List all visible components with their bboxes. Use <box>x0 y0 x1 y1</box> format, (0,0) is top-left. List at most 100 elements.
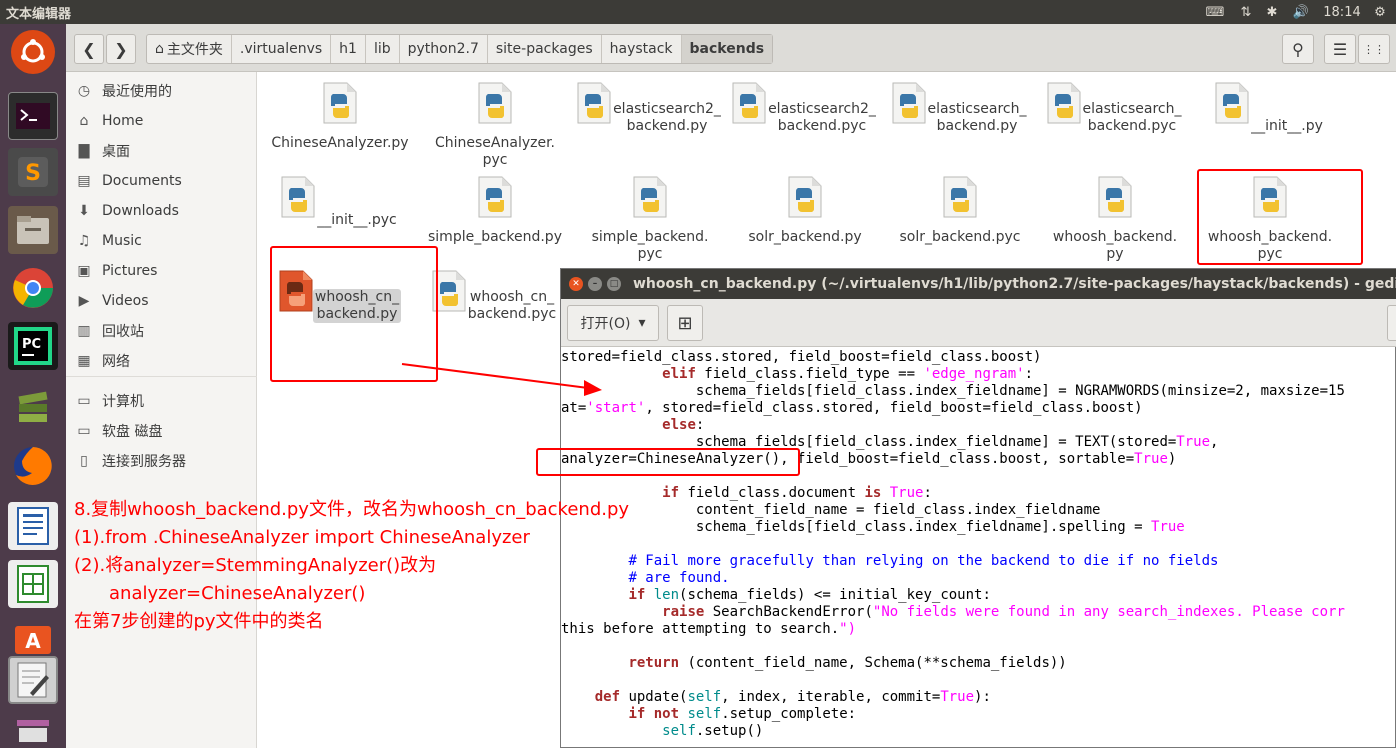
file-manager-icon[interactable] <box>8 206 58 254</box>
clock[interactable]: 18:14 <box>1320 0 1364 24</box>
sidebar-item-videos[interactable]: ▶ Videos <box>66 287 257 315</box>
software-center-icon[interactable]: A <box>8 614 58 662</box>
breadcrumb-item[interactable]: python2.7 <box>400 35 488 63</box>
file-item[interactable]: whoosh_backend. py <box>1040 176 1190 263</box>
network-icon[interactable]: ⇅ <box>1236 0 1256 24</box>
chrome-icon[interactable] <box>8 264 58 312</box>
view-options-icon[interactable]: ⋮⋮ <box>1358 34 1390 64</box>
sidebar-item-floppy[interactable]: ▭ 软盘 磁盘 <box>66 417 257 445</box>
terminal-icon[interactable] <box>8 92 58 140</box>
file-name-part: whoosh_backend. <box>1052 229 1178 245</box>
libreoffice-calc-icon[interactable] <box>8 560 58 608</box>
sidebar-item-desktop[interactable]: ▇ 桌面 <box>66 137 257 165</box>
file-item[interactable]: elasticsearch2_ backend.pyc <box>730 82 880 135</box>
text-editor-icon[interactable] <box>8 656 58 704</box>
breadcrumb-item[interactable]: .virtualenvs <box>232 35 332 63</box>
breadcrumb-home[interactable]: ⌂ 主文件夹 <box>147 35 232 63</box>
svg-text:S: S <box>25 161 41 186</box>
home-icon: ⌂ <box>155 41 164 57</box>
maximize-icon[interactable]: □ <box>607 277 621 291</box>
python-file-icon <box>323 82 357 124</box>
annotation-line: 8.复制whoosh_backend.py文件，改名为whoosh_cn_bac… <box>74 499 630 520</box>
file-item[interactable]: simple_backend.py <box>420 176 570 246</box>
code-editor[interactable]: stored=field_class.stored, field_boost=f… <box>561 347 1396 748</box>
file-name: solr_backend.py <box>746 229 863 246</box>
list-view-icon[interactable]: ☰ <box>1324 34 1356 64</box>
file-item[interactable]: whoosh_cn_ backend.pyc <box>420 270 570 323</box>
drive-icon: ▭ <box>77 393 91 409</box>
pycharm-icon[interactable]: PC <box>8 322 58 370</box>
gedit-titlebar: ✕ – □ whoosh_cn_backend.py (~/.virtualen… <box>561 269 1396 299</box>
sidebar-item-home[interactable]: ⌂ Home <box>66 107 257 135</box>
file-name-part: pyc <box>482 152 508 168</box>
file-name-part: __init__.pyc <box>317 212 397 228</box>
python-file-icon <box>732 82 766 124</box>
breadcrumb-item[interactable]: h1 <box>331 35 366 63</box>
settings-icon[interactable]: ⚙ <box>1370 0 1390 24</box>
sidebar-item-connect-server[interactable]: ▯ 连接到服务器 <box>66 447 257 475</box>
sidebar-item-recent[interactable]: ◷ 最近使用的 <box>66 77 257 105</box>
python-file-icon <box>478 176 512 218</box>
firefox-icon[interactable] <box>8 442 58 490</box>
python-file-icon <box>281 176 315 218</box>
annotation-line: 在第7步创建的py文件中的类名 <box>74 611 324 632</box>
file-item[interactable]: ChineseAnalyzer.py <box>265 82 415 152</box>
file-item[interactable]: ChineseAnalyzer. pyc <box>420 82 570 169</box>
server-icon: ▯ <box>80 453 88 469</box>
minimize-icon[interactable]: – <box>588 277 602 291</box>
python-file-icon <box>1047 82 1081 124</box>
code-line: content_field_name = field_class.index_f… <box>561 502 1101 518</box>
breadcrumb-item[interactable]: site-packages <box>488 35 602 63</box>
close-icon[interactable]: ✕ <box>569 277 583 291</box>
forward-button[interactable]: ❯ <box>106 34 136 64</box>
file-item[interactable]: __init__.py <box>1195 82 1345 135</box>
file-name: whoosh_backend. py <box>1051 229 1179 263</box>
file-name-part: backend.pyc <box>467 306 557 322</box>
breadcrumb: ⌂ 主文件夹 .virtualenvs h1 lib python2.7 site… <box>146 34 774 64</box>
trash-icon[interactable] <box>8 716 58 746</box>
python-file-icon <box>478 82 512 124</box>
ubuntu-dash-icon[interactable] <box>11 30 55 74</box>
launcher: S PC A <box>0 24 66 748</box>
sidebar-item-pictures[interactable]: ▣ Pictures <box>66 257 257 285</box>
code-line: def update(self, index, iterable, commit… <box>594 689 991 705</box>
books-icon[interactable] <box>8 382 58 430</box>
python-file-icon <box>577 82 611 124</box>
file-item[interactable]: solr_backend.py <box>730 176 880 246</box>
volume-icon[interactable]: 🔊 <box>1290 0 1312 24</box>
file-item[interactable]: solr_backend.pyc <box>885 176 1035 246</box>
file-item[interactable]: elasticsearch_ backend.pyc <box>1040 82 1190 135</box>
sidebar-item-downloads[interactable]: ⬇ Downloads <box>66 197 257 225</box>
toolbar-overflow[interactable] <box>1387 305 1396 341</box>
camera-icon: ▣ <box>77 263 91 279</box>
file-name: simple_backend. pyc <box>590 229 711 263</box>
libreoffice-writer-icon[interactable] <box>8 502 58 550</box>
trash-icon: ▥ <box>77 323 91 339</box>
sidebar-item-documents[interactable]: ▤ Documents <box>66 167 257 195</box>
file-item[interactable]: simple_backend. pyc <box>575 176 725 263</box>
file-item[interactable]: __init__.pyc <box>265 176 415 229</box>
sidebar-item-trash[interactable]: ▥ 回收站 <box>66 317 257 345</box>
file-manager-header: ❮ ❯ ⌂ 主文件夹 .virtualenvs h1 lib python2.7 … <box>66 24 1396 72</box>
sidebar-item-music[interactable]: ♫ Music <box>66 227 257 255</box>
folder-icon: ▇ <box>78 143 90 159</box>
sidebar-item-computer[interactable]: ▭ 计算机 <box>66 387 257 415</box>
sidebar-divider <box>66 376 257 377</box>
back-button[interactable]: ❮ <box>74 34 104 64</box>
breadcrumb-current[interactable]: backends <box>681 35 773 63</box>
search-icon[interactable]: ⚲ <box>1282 34 1314 64</box>
file-name-part: whoosh_cn_ <box>469 289 555 305</box>
breadcrumb-item[interactable]: lib <box>366 35 400 63</box>
breadcrumb-item[interactable]: haystack <box>602 35 682 63</box>
open-button[interactable]: 打开(O) ▾ <box>567 305 659 341</box>
file-item[interactable]: elasticsearch2_ backend.py <box>575 82 725 135</box>
file-item[interactable]: elasticsearch_ backend.py <box>885 82 1035 135</box>
file-name: simple_backend.py <box>426 229 564 246</box>
new-tab-icon[interactable]: ⊞ <box>667 305 703 341</box>
sidebar-item-network[interactable]: ▦ 网络 <box>66 347 257 375</box>
bluetooth-icon[interactable]: ✱ <box>1264 0 1280 24</box>
keyboard-icon[interactable]: ⌨ <box>1204 0 1226 24</box>
code-line: self.setup() <box>662 723 764 739</box>
file-name: __init__.py <box>1249 118 1325 135</box>
sublime-text-icon[interactable]: S <box>8 148 58 196</box>
